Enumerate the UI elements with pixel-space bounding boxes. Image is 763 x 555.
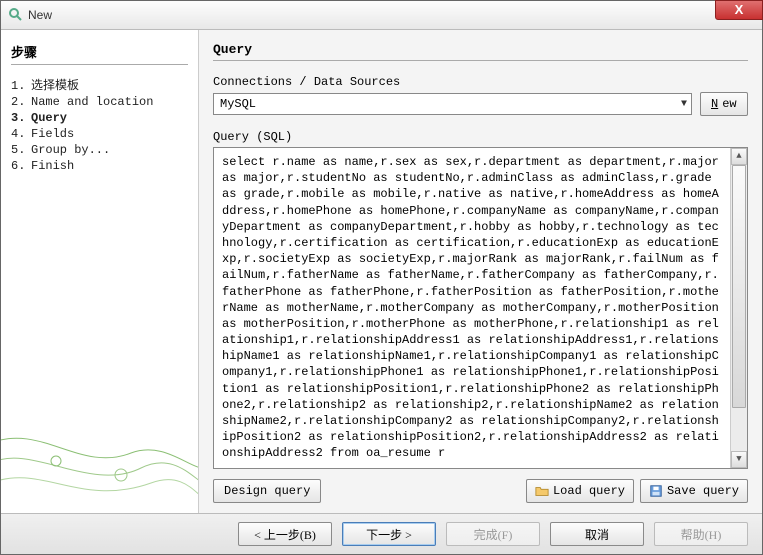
step-item: 1.选择模板 — [11, 75, 188, 94]
design-query-button[interactable]: Design query — [213, 479, 321, 503]
query-textarea[interactable]: select r.name as name,r.sex as sex,r.dep… — [214, 148, 730, 468]
step-item: 6.Finish — [11, 158, 188, 174]
app-icon — [7, 7, 23, 23]
back-button[interactable]: < 上一步(B) — [238, 522, 332, 546]
load-query-button[interactable]: Load query — [526, 479, 634, 503]
help-button: 帮助(H) — [654, 522, 748, 546]
footer: < 上一步(B) 下一步 > 完成(F) 取消 帮助(H) — [1, 513, 762, 554]
next-button[interactable]: 下一步 > — [342, 522, 436, 546]
step-item-current: 3.Query — [11, 110, 188, 126]
chevron-down-icon: ▼ — [681, 99, 687, 110]
close-button[interactable]: X — [715, 0, 763, 20]
sidebar: 步骤 1.选择模板 2.Name and location 3.Query 4.… — [1, 30, 199, 513]
divider — [213, 60, 748, 61]
steps-list: 1.选择模板 2.Name and location 3.Query 4.Fie… — [11, 75, 188, 174]
decorative-swirl — [1, 413, 199, 513]
query-textarea-wrap: select r.name as name,r.sex as sex,r.dep… — [213, 147, 748, 469]
connection-select[interactable]: MySQL ▼ — [213, 93, 692, 115]
save-query-button[interactable]: Save query — [640, 479, 748, 503]
wizard-window: New X 步骤 1.选择模板 2.Name and location 3.Qu… — [0, 0, 763, 555]
main-panel: Query Connections / Data Sources MySQL ▼… — [199, 30, 762, 513]
page-title: Query — [213, 42, 748, 57]
finish-button: 完成(F) — [446, 522, 540, 546]
titlebar[interactable]: New X — [1, 1, 762, 29]
window-title: New — [28, 8, 52, 22]
scrollbar[interactable]: ▲ ▼ — [730, 148, 747, 468]
scroll-up-icon[interactable]: ▲ — [731, 148, 747, 165]
cancel-button[interactable]: 取消 — [550, 522, 644, 546]
scroll-thumb[interactable] — [732, 165, 746, 408]
steps-heading: 步骤 — [11, 42, 188, 61]
new-connection-button[interactable]: NNewew — [700, 92, 748, 116]
scroll-down-icon[interactable]: ▼ — [731, 451, 747, 468]
body: 步骤 1.选择模板 2.Name and location 3.Query 4.… — [1, 29, 762, 513]
connection-selected: MySQL — [220, 97, 256, 111]
floppy-save-icon — [649, 484, 663, 498]
connections-label: Connections / Data Sources — [213, 75, 748, 89]
step-item: 5.Group by... — [11, 142, 188, 158]
step-item: 4.Fields — [11, 126, 188, 142]
folder-open-icon — [535, 484, 549, 498]
divider — [11, 64, 188, 65]
step-item: 2.Name and location — [11, 94, 188, 110]
scroll-track[interactable] — [731, 165, 747, 451]
query-label: Query (SQL) — [213, 130, 748, 144]
